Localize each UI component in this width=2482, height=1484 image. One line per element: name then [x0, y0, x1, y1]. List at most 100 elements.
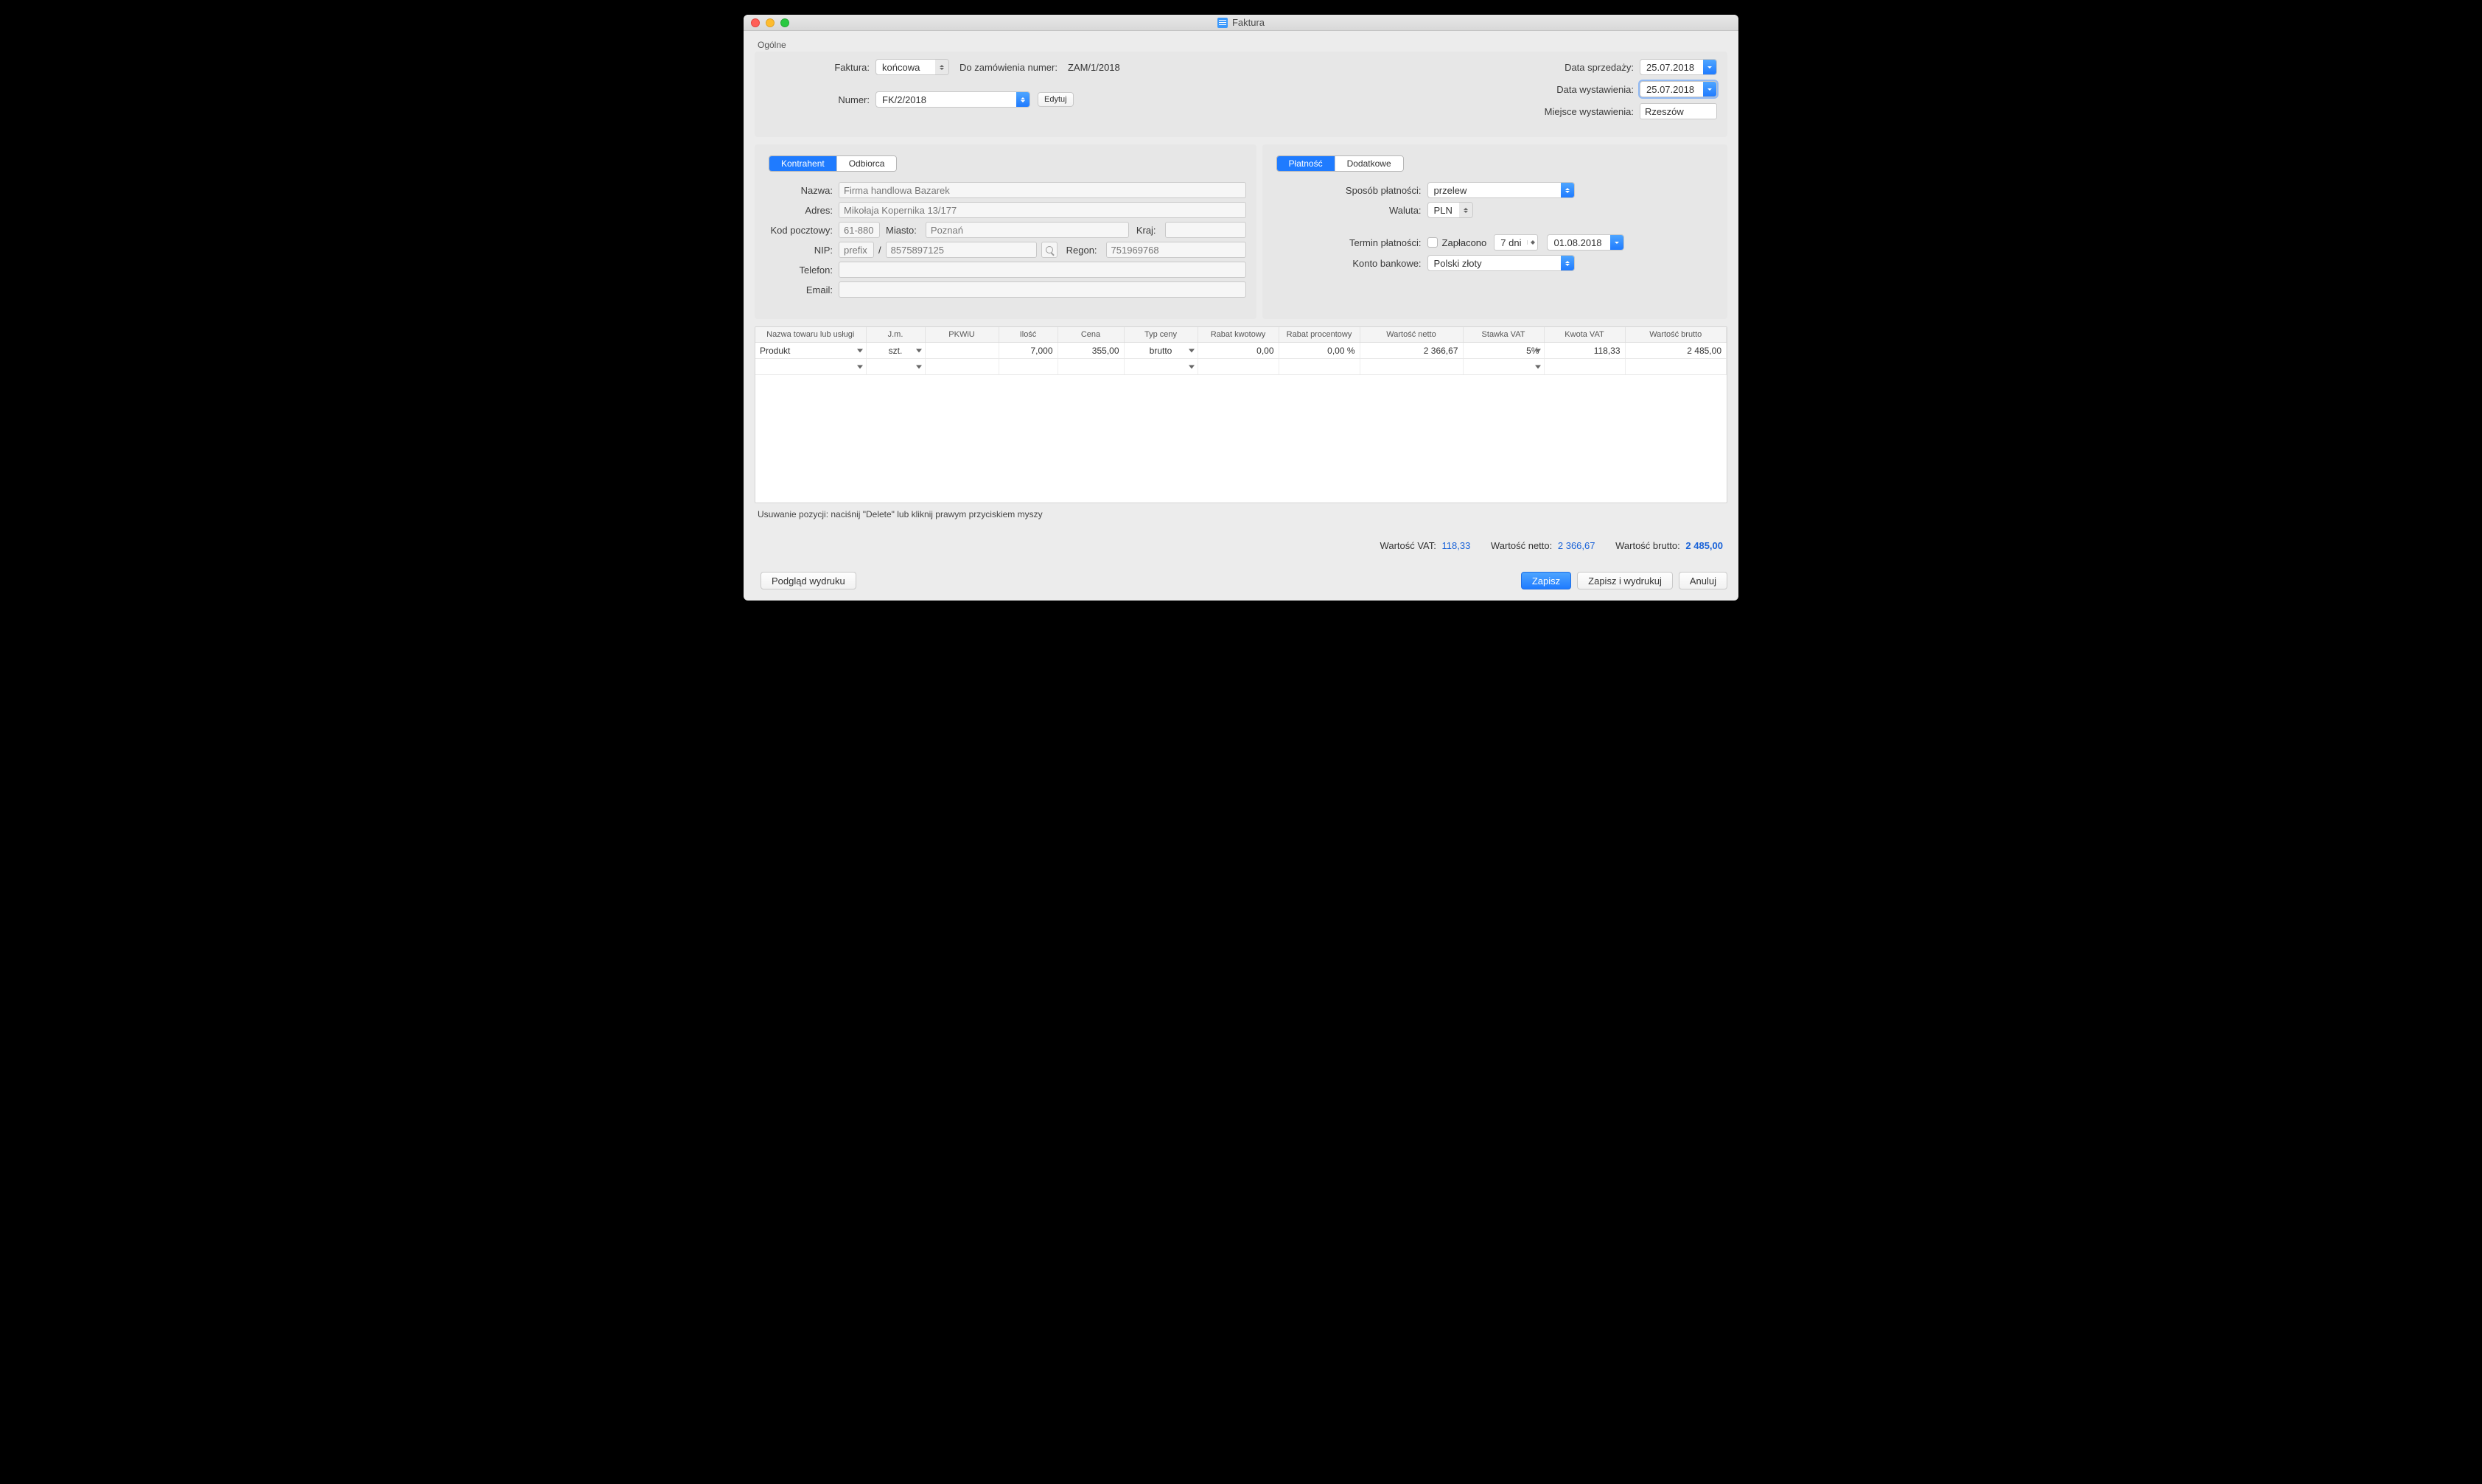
regon-input[interactable]	[1106, 242, 1246, 258]
contractor-panel: Kontrahent Odbiorca Nazwa: Adres: Kod po…	[755, 144, 1256, 319]
bank-account-label: Konto bankowe:	[1317, 258, 1427, 269]
col-discpct[interactable]: Rabat procentowy	[1279, 327, 1360, 343]
place-issue-input[interactable]	[1640, 103, 1717, 119]
cell-vatrate: 5%	[1463, 343, 1544, 359]
edit-button[interactable]: Edytuj	[1038, 92, 1074, 107]
col-type[interactable]: Typ ceny	[1124, 327, 1198, 343]
cell-pkwiu[interactable]	[925, 343, 999, 359]
date-sale-input[interactable]: 25.07.2018	[1640, 59, 1717, 75]
nip-input[interactable]	[886, 242, 1037, 258]
kod-input[interactable]	[839, 222, 880, 238]
miasto-input[interactable]	[926, 222, 1129, 238]
nip-label: NIP:	[765, 245, 839, 256]
kraj-label: Kraj:	[1136, 225, 1162, 236]
telefon-input[interactable]	[839, 262, 1246, 278]
cell-jm: szt.	[866, 343, 925, 359]
col-discamt[interactable]: Rabat kwotowy	[1198, 327, 1279, 343]
dropdown-icon[interactable]	[1535, 365, 1541, 368]
cell-net[interactable]: 2 366,67	[1360, 343, 1463, 359]
payment-panel: Płatność Dodatkowe Sposób płatności: prz…	[1262, 144, 1727, 319]
total-net-label: Wartość netto:	[1491, 540, 1552, 551]
order-number: ZAM/1/2018	[1068, 62, 1120, 73]
faktura-type-value: końcowa	[882, 62, 920, 73]
kraj-input[interactable]	[1165, 222, 1246, 238]
col-pkwiu[interactable]: PKWiU	[925, 327, 999, 343]
adres-input[interactable]	[839, 202, 1246, 218]
col-gross[interactable]: Wartość brutto	[1625, 327, 1727, 343]
paid-label: Zapłacono	[1442, 237, 1487, 248]
tab-dodatkowe[interactable]: Dodatkowe	[1335, 156, 1403, 171]
total-vat-label: Wartość VAT:	[1380, 540, 1436, 551]
due-date-input[interactable]: 01.08.2018	[1547, 234, 1624, 251]
bank-account-select[interactable]: Polski złoty	[1427, 255, 1575, 271]
close-icon[interactable]	[751, 18, 760, 27]
col-price[interactable]: Cena	[1058, 327, 1124, 343]
save-print-button[interactable]: Zapisz i wydrukuj	[1577, 572, 1673, 589]
cell-discamt[interactable]: 0,00	[1198, 343, 1279, 359]
email-input[interactable]	[839, 281, 1246, 298]
nip-prefix-input[interactable]	[839, 242, 874, 258]
order-label: Do zamówienia numer:	[959, 62, 1063, 73]
due-date-value: 01.08.2018	[1553, 237, 1601, 248]
dropdown-icon[interactable]	[1535, 349, 1541, 352]
dropdown-icon[interactable]	[1189, 365, 1195, 368]
total-vat-value: 118,33	[1442, 540, 1471, 551]
payment-method-select[interactable]: przelew	[1427, 182, 1575, 198]
total-net-value: 2 366,67	[1558, 540, 1595, 551]
titlebar: Faktura	[744, 15, 1738, 31]
cell-name: Produkt	[755, 343, 866, 359]
chevron-down-icon[interactable]	[1528, 242, 1537, 245]
date-issue-input[interactable]: 25.07.2018	[1640, 81, 1717, 97]
faktura-type-select[interactable]: końcowa	[875, 59, 949, 75]
table-row[interactable]: Produkt szt. 7,000 355,00 brutto 0,00 0,…	[755, 343, 1727, 359]
cell-gross[interactable]: 2 485,00	[1625, 343, 1727, 359]
adres-label: Adres:	[765, 205, 839, 216]
col-name[interactable]: Nazwa towaru lub usługi	[755, 327, 866, 343]
col-qty[interactable]: Ilość	[999, 327, 1058, 343]
number-label: Numer:	[765, 94, 875, 105]
cancel-button[interactable]: Anuluj	[1679, 572, 1727, 589]
cell-vat[interactable]: 118,33	[1544, 343, 1625, 359]
date-sale-label: Data sprzedaży:	[1474, 62, 1640, 73]
number-select[interactable]: FK/2/2018	[875, 91, 1030, 108]
dropdown-icon[interactable]	[857, 365, 863, 368]
col-jm[interactable]: J.m.	[866, 327, 925, 343]
table-row-empty[interactable]	[755, 359, 1727, 375]
total-gross-value: 2 485,00	[1685, 540, 1723, 551]
dropdown-icon[interactable]	[916, 365, 922, 368]
save-button[interactable]: Zapisz	[1521, 572, 1571, 589]
col-vatrate[interactable]: Stawka VAT	[1463, 327, 1544, 343]
cell-type: brutto	[1124, 343, 1198, 359]
zoom-icon[interactable]	[780, 18, 789, 27]
dropdown-icon[interactable]	[857, 349, 863, 352]
table-header-row: Nazwa towaru lub usługi J.m. PKWiU Ilość…	[755, 327, 1727, 343]
cell-discpct[interactable]: 0,00 %	[1279, 343, 1360, 359]
nazwa-input[interactable]	[839, 182, 1246, 198]
payment-method-value: przelew	[1434, 185, 1467, 196]
date-issue-label: Data wystawienia:	[1474, 84, 1640, 95]
section-general-label: Ogólne	[758, 40, 1727, 50]
tab-platnosc[interactable]: Płatność	[1277, 156, 1335, 171]
kod-label: Kod pocztowy:	[765, 225, 839, 236]
date-sale-value: 25.07.2018	[1646, 62, 1694, 73]
window-title-text: Faktura	[1232, 17, 1265, 28]
dropdown-icon[interactable]	[1189, 349, 1195, 352]
tab-kontrahent[interactable]: Kontrahent	[769, 156, 837, 171]
preview-button[interactable]: Podgląd wydruku	[761, 572, 856, 589]
col-net[interactable]: Wartość netto	[1360, 327, 1463, 343]
currency-select[interactable]: PLN	[1427, 202, 1473, 218]
footer: Podgląd wydruku Zapisz Zapisz i wydrukuj…	[755, 572, 1727, 589]
search-icon	[1046, 246, 1053, 253]
days-value: 7 dni	[1495, 237, 1527, 248]
miasto-label: Miasto:	[886, 225, 923, 236]
col-vat[interactable]: Kwota VAT	[1544, 327, 1625, 343]
cell-qty[interactable]: 7,000	[999, 343, 1058, 359]
dropdown-icon[interactable]	[916, 349, 922, 352]
minimize-icon[interactable]	[766, 18, 775, 27]
nip-search-button[interactable]	[1041, 242, 1058, 258]
cell-price[interactable]: 355,00	[1058, 343, 1124, 359]
tab-odbiorca[interactable]: Odbiorca	[837, 156, 897, 171]
days-stepper[interactable]: 7 dni	[1494, 234, 1538, 251]
window-title: Faktura	[744, 17, 1738, 28]
paid-checkbox[interactable]	[1427, 237, 1438, 248]
